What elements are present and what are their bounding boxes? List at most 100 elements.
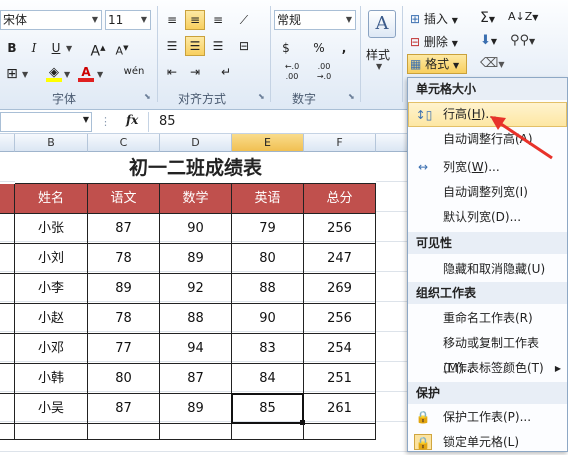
sheet-title[interactable]: 初一二班成绩表 [15, 152, 376, 184]
fill-color-button[interactable]: ◈ [44, 62, 64, 82]
delete-button[interactable]: ⊟ 删除 ▼ [410, 33, 458, 50]
merge-center-icon[interactable]: ⊟ [234, 36, 254, 56]
table-cell-name[interactable]: 小韩 [15, 364, 88, 394]
header-cell-math[interactable]: 数学 [160, 184, 232, 214]
italic-button[interactable]: I [24, 38, 44, 58]
orientation-icon[interactable]: ⟋ [234, 10, 254, 30]
table-cell-total[interactable]: 261 [304, 394, 376, 424]
header-cell-total[interactable]: 总分 [304, 184, 376, 214]
align-top-icon[interactable]: ≡ [162, 10, 182, 30]
increase-indent-icon[interactable]: ⇥ [185, 62, 205, 82]
clear-button[interactable]: ⌫▼ [480, 56, 505, 71]
table-cell-total[interactable]: 269 [304, 274, 376, 304]
insert-button[interactable]: ⊞ 插入 ▼ [410, 10, 458, 27]
table-cell-math[interactable]: 90 [160, 214, 232, 244]
column-header[interactable] [0, 134, 15, 152]
chevron-down-icon[interactable]: ▼ [64, 70, 70, 79]
menu-item-autofit-column[interactable]: 自动调整列宽(I) [408, 180, 567, 205]
table-cell[interactable] [0, 304, 15, 334]
empty-cell[interactable] [160, 424, 232, 440]
menu-item-move-copy-sheet[interactable]: 移动或复制工作表(M)... [408, 331, 567, 375]
table-cell-english[interactable]: 80 [232, 244, 304, 274]
empty-cell[interactable] [88, 424, 160, 440]
table-cell-math[interactable]: 94 [160, 334, 232, 364]
table-cell-english[interactable]: 90 [232, 304, 304, 334]
table-cell-name[interactable]: 小吴 [15, 394, 88, 424]
font-name-combo[interactable]: 宋体 ▼ [0, 10, 102, 30]
chevron-down-icon[interactable]: ▼ [22, 70, 28, 79]
chevron-down-icon[interactable]: ▼ [376, 62, 382, 71]
underline-button[interactable]: U [46, 38, 66, 58]
autosum-button[interactable]: Σ▼ [480, 10, 495, 26]
sort-filter-button[interactable]: A↓Z▼ [508, 10, 538, 23]
table-cell-total[interactable]: 247 [304, 244, 376, 274]
font-size-combo[interactable]: 11 ▼ [105, 10, 151, 30]
header-cell-chinese[interactable]: 语文 [88, 184, 160, 214]
table-cell-english[interactable]: 84 [232, 364, 304, 394]
table-cell-name[interactable]: 小赵 [15, 304, 88, 334]
table-cell-math[interactable]: 92 [160, 274, 232, 304]
table-cell-chinese[interactable]: 78 [88, 244, 160, 274]
styles-button[interactable]: 样式 [366, 46, 390, 63]
styles-icon[interactable]: A [368, 10, 396, 38]
table-cell-math[interactable]: 89 [160, 394, 232, 424]
table-cell-chinese[interactable]: 78 [88, 304, 160, 334]
name-box[interactable]: ▼ [0, 112, 92, 132]
empty-cell[interactable] [232, 424, 304, 440]
column-header-f[interactable]: F [304, 134, 376, 152]
table-cell-chinese[interactable]: 87 [88, 394, 160, 424]
shrink-font-button[interactable]: A▼ [112, 38, 132, 58]
table-cell-english[interactable]: 79 [232, 214, 304, 244]
table-cell-total[interactable]: 254 [304, 334, 376, 364]
empty-cell[interactable] [0, 424, 15, 440]
spreadsheet-grid[interactable]: B C D E F 初一二班成绩表 姓名 语文 数学 英语 总分 小张 87 90 7… [0, 134, 410, 452]
chevron-down-icon[interactable]: ▼ [66, 44, 72, 53]
header-cell-english[interactable]: 英语 [232, 184, 304, 214]
dialog-launcher-icon[interactable]: ⬊ [144, 92, 151, 101]
menu-item-default-width[interactable]: 默认列宽(D)... [408, 205, 567, 230]
table-cell-math[interactable]: 89 [160, 244, 232, 274]
align-right-icon[interactable]: ☰ [208, 36, 228, 56]
number-format-combo[interactable]: 常规 ▼ [274, 10, 356, 30]
dialog-launcher-icon[interactable]: ⬊ [258, 92, 265, 101]
table-cell-name[interactable]: 小张 [15, 214, 88, 244]
table-cell-math[interactable]: 88 [160, 304, 232, 334]
chevron-down-icon[interactable]: ▼ [138, 11, 150, 29]
table-cell-chinese[interactable]: 77 [88, 334, 160, 364]
insert-function-button[interactable]: fx [126, 113, 138, 127]
align-bottom-icon[interactable]: ≡ [208, 10, 228, 30]
find-select-button[interactable]: ⚲⚲▼ [510, 33, 535, 48]
menu-item-hide-unhide[interactable]: 隐藏和取消隐藏(U) [408, 257, 567, 282]
percent-button[interactable]: % [309, 38, 329, 58]
table-cell[interactable] [0, 214, 15, 244]
dialog-launcher-icon[interactable]: ⬊ [348, 92, 355, 101]
table-cell-chinese[interactable]: 89 [88, 274, 160, 304]
phonetic-button[interactable]: wén [120, 62, 148, 82]
table-cell-name[interactable]: 小李 [15, 274, 88, 304]
table-cell[interactable] [0, 364, 15, 394]
menu-item-rename-sheet[interactable]: 重命名工作表(R) [408, 306, 567, 331]
table-cell[interactable] [0, 244, 15, 274]
decrease-indent-icon[interactable]: ⇤ [162, 62, 182, 82]
table-cell-english[interactable]: 88 [232, 274, 304, 304]
table-cell-total[interactable]: 256 [304, 304, 376, 334]
formula-input[interactable]: 85 [148, 112, 410, 132]
currency-button[interactable]: $ [276, 38, 296, 58]
empty-cell[interactable] [15, 424, 88, 440]
table-cell-math[interactable]: 87 [160, 364, 232, 394]
decrease-decimal-button[interactable]: .00 →.0 [310, 62, 338, 82]
menu-item-tab-color[interactable]: 工作表标签颜色(T) ▶ [408, 356, 567, 381]
table-cell-chinese[interactable]: 87 [88, 214, 160, 244]
chevron-down-icon[interactable]: ▼ [97, 70, 103, 79]
menu-item-lock-cell[interactable]: 🔒 锁定单元格(L) [408, 430, 567, 455]
align-center-icon[interactable]: ☰ [185, 36, 205, 56]
table-cell[interactable] [0, 334, 15, 364]
column-header-e[interactable]: E [232, 134, 304, 152]
table-cell[interactable] [0, 274, 15, 304]
table-cell-chinese[interactable]: 80 [88, 364, 160, 394]
increase-decimal-button[interactable]: ←.0 .00 [278, 62, 306, 82]
column-header-c[interactable]: C [88, 134, 160, 152]
header-cell-name[interactable]: 姓名 [15, 184, 88, 214]
bold-button[interactable]: B [2, 38, 22, 58]
table-cell-english[interactable]: 83 [232, 334, 304, 364]
